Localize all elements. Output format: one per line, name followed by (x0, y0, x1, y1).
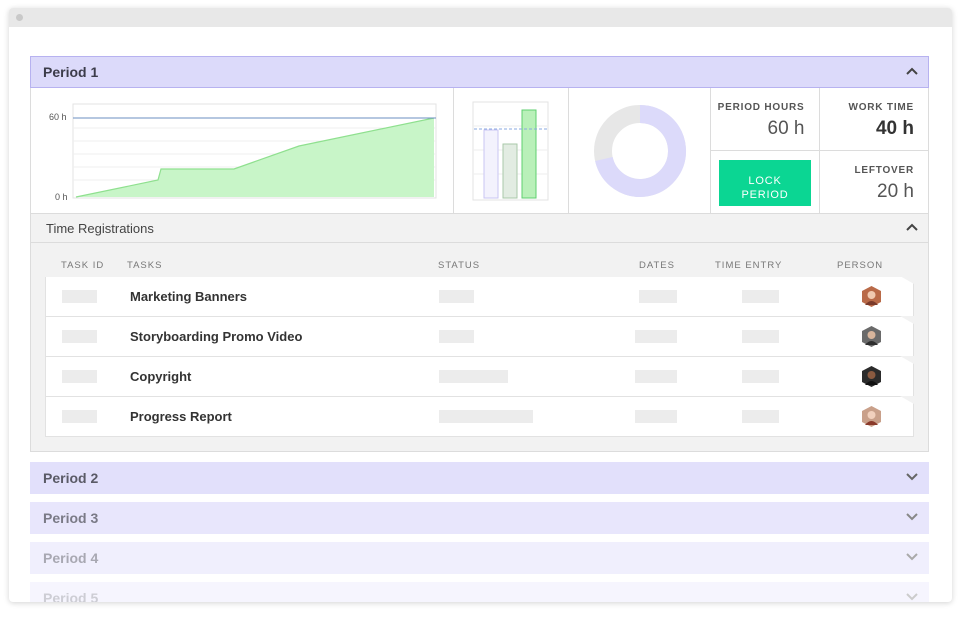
lock-period-cell: LOCK PERIOD (711, 151, 820, 214)
dates-placeholder (635, 370, 677, 383)
table-row[interactable]: Storyboarding Promo Video (45, 316, 914, 357)
person-avatar[interactable] (861, 286, 882, 307)
period-3-header[interactable]: Period 3 (30, 502, 929, 534)
status-placeholder (439, 330, 474, 343)
task-id-placeholder (62, 370, 97, 383)
row-corner-fold (900, 396, 914, 404)
status-placeholder (439, 370, 508, 383)
bar-planned (483, 129, 499, 199)
task-name[interactable]: Marketing Banners (130, 289, 247, 304)
period-4-title: Period 4 (43, 550, 99, 566)
time-entry-placeholder (742, 370, 779, 383)
period-4-header[interactable]: Period 4 (30, 542, 929, 574)
leftover-metric: LEFTOVER 20 h (820, 151, 929, 214)
bar-actual (502, 143, 518, 199)
time-registrations-header[interactable]: Time Registrations (31, 214, 928, 243)
task-name[interactable]: Storyboarding Promo Video (130, 329, 302, 344)
time-entry-placeholder (742, 290, 779, 303)
bar-total (521, 109, 537, 199)
period-hours-metric: PERIOD HOURS 60 h (711, 88, 820, 151)
period-2-title: Period 2 (43, 470, 99, 486)
table-row[interactable]: Progress Report (45, 396, 914, 437)
chevron-down-icon[interactable] (906, 593, 918, 602)
period-metrics: PERIOD HOURS 60 h WORK TIME 40 h LOCK PER… (711, 88, 929, 214)
period-3-title: Period 3 (43, 510, 99, 526)
task-name[interactable]: Progress Report (130, 409, 232, 424)
work-time-label: WORK TIME (848, 102, 914, 113)
person-avatar[interactable] (861, 326, 882, 347)
col-task-id[interactable]: TASK ID (61, 260, 104, 271)
time-entry-placeholder (742, 330, 779, 343)
leftover-label: LEFTOVER (854, 165, 914, 176)
area-series (76, 118, 434, 197)
work-time-metric: WORK TIME 40 h (819, 88, 928, 151)
dates-placeholder (635, 410, 677, 423)
period-hours-value: 60 h (767, 118, 805, 139)
window-titlebar (9, 8, 952, 27)
period-1-body: 60 h 0 h PERIOD HOURS 60 h WORK TIME 40 … (30, 88, 929, 452)
person-avatar[interactable] (861, 366, 882, 387)
period-1-title: Period 1 (43, 64, 99, 80)
period-2-header[interactable]: Period 2 (30, 462, 929, 494)
dates-placeholder (639, 290, 677, 303)
task-id-placeholder (62, 330, 97, 343)
chevron-up-icon[interactable] (906, 223, 918, 233)
time-registrations-table: TASK ID TASKS STATUS DATES TIME ENTRY PE… (31, 243, 928, 451)
row-corner-fold (900, 356, 914, 364)
hours-area-chart: 60 h 0 h (31, 88, 454, 213)
person-avatar[interactable] (861, 406, 882, 427)
lock-period-button[interactable]: LOCK PERIOD (719, 160, 811, 206)
row-corner-fold (900, 316, 914, 324)
row-corner-fold (900, 276, 914, 284)
table-header: TASK ID TASKS STATUS DATES TIME ENTRY PE… (45, 243, 914, 277)
mini-bar-chart (454, 88, 569, 213)
task-id-placeholder (62, 290, 97, 303)
dates-placeholder (635, 330, 677, 343)
col-status[interactable]: STATUS (438, 260, 480, 271)
app-window: Period 1 60 h 0 h PERIOD HOURS 60 h WORK… (9, 8, 952, 602)
y-axis-top-label: 60 h (49, 112, 67, 122)
chevron-up-icon[interactable] (906, 67, 918, 77)
status-placeholder (439, 410, 533, 423)
period-5-header[interactable]: Period 5 (30, 582, 929, 602)
window-control-dot[interactable] (16, 14, 23, 21)
periods-panel: Period 1 60 h 0 h PERIOD HOURS 60 h WORK… (30, 56, 929, 602)
chevron-down-icon[interactable] (906, 473, 918, 483)
col-dates[interactable]: DATES (639, 260, 675, 271)
table-row[interactable]: Copyright (45, 356, 914, 397)
chevron-down-icon[interactable] (906, 513, 918, 523)
period-hours-label: PERIOD HOURS (717, 102, 805, 113)
donut-chart (569, 88, 711, 213)
table-row[interactable]: Marketing Banners (45, 276, 914, 317)
leftover-value: 20 h (877, 181, 914, 202)
col-person[interactable]: PERSON (837, 260, 883, 271)
time-entry-placeholder (742, 410, 779, 423)
time-registrations-title: Time Registrations (46, 220, 154, 236)
col-time-entry[interactable]: TIME ENTRY (715, 260, 782, 271)
task-id-placeholder (62, 410, 97, 423)
task-name[interactable]: Copyright (130, 369, 191, 384)
stats-row: 60 h 0 h PERIOD HOURS 60 h WORK TIME 40 … (31, 88, 928, 214)
work-time-value: 40 h (875, 118, 914, 139)
period-5-title: Period 5 (43, 590, 99, 602)
period-1-header[interactable]: Period 1 (30, 56, 929, 88)
status-placeholder (439, 290, 474, 303)
col-tasks[interactable]: TASKS (127, 260, 162, 271)
y-axis-bottom-label: 0 h (55, 192, 68, 202)
chevron-down-icon[interactable] (906, 553, 918, 563)
